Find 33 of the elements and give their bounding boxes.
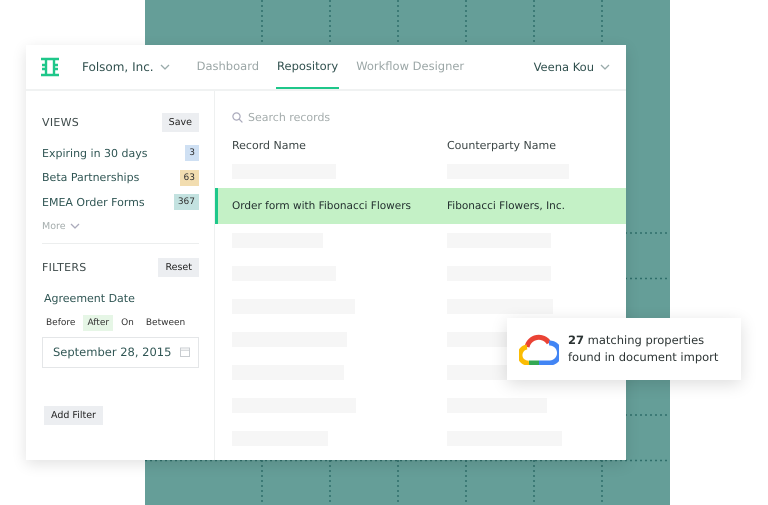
chevron-down-icon: [600, 64, 610, 70]
reset-button[interactable]: Reset: [158, 258, 199, 276]
table-cell: Fibonacci Flowers, Inc.: [447, 200, 565, 212]
count-badge: 63: [180, 170, 199, 186]
column-header: Counterparty Name: [447, 138, 556, 152]
view-item[interactable]: Beta Partnerships: [42, 171, 140, 184]
search-icon: [232, 112, 243, 122]
view-item[interactable]: Expiring in 30 days: [42, 146, 148, 160]
count-badge: 367: [174, 194, 199, 210]
user-menu[interactable]: Veena Kou: [534, 60, 610, 74]
chevron-down-icon: [160, 64, 170, 70]
calendar-icon: [180, 347, 190, 357]
notification-text: 27 matching properties found in document import: [568, 332, 720, 366]
nav-tab[interactable]: Repository: [276, 45, 340, 89]
column-header: Record Name: [231, 138, 307, 152]
section-title: FILTERS: [42, 260, 87, 274]
add-filter-button[interactable]: Add Filter: [44, 406, 103, 424]
chevron-down-icon: [70, 223, 80, 229]
filter-label: Agreement Date: [44, 292, 136, 304]
section-title: VIEWS: [42, 116, 80, 129]
date-option[interactable]: Before: [42, 314, 80, 330]
organization-dropdown[interactable]: Folsom, Inc.: [82, 60, 170, 74]
date-option[interactable]: On: [117, 314, 138, 330]
count-badge: 3: [185, 145, 199, 162]
logo-icon: [40, 57, 60, 77]
table-cell-text: Order form with Fibonacci Flowers: [231, 200, 412, 212]
date-option[interactable]: Between: [142, 314, 190, 330]
date-field[interactable]: September 28, 2015: [42, 336, 199, 368]
cloud-icon: [519, 333, 559, 365]
date-option[interactable]: After: [83, 314, 114, 330]
view-item[interactable]: EMEA Order Forms: [42, 196, 145, 209]
table-row[interactable]: Order form with Fibonacci Flowers Fibonacci Flowers, Inc.: [215, 188, 626, 224]
save-button[interactable]: Save: [162, 113, 199, 132]
